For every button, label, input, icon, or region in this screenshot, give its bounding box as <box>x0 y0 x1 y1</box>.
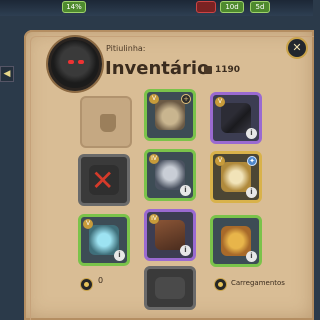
hud-percent-label: 14% <box>66 3 82 11</box>
scythe-icon <box>221 103 251 133</box>
info-icon[interactable]: i <box>246 128 257 139</box>
weapon-scythe-slot[interactable]: V i <box>210 92 262 144</box>
avatar-eye-icon <box>68 60 74 64</box>
bag-icon <box>100 114 116 132</box>
food-bowl-icon <box>221 226 251 256</box>
blocked-slot[interactable]: ✕ <box>78 154 130 206</box>
relic-slot[interactable]: V i <box>78 214 130 266</box>
info-icon[interactable]: i <box>114 250 125 261</box>
tier-badge: IV <box>149 154 159 164</box>
beast-icon <box>155 100 185 130</box>
tier-badge: V <box>149 94 159 104</box>
close-icon[interactable]: ✕ <box>286 37 308 59</box>
avatar[interactable] <box>48 37 102 91</box>
info-icon[interactable]: i <box>246 187 257 198</box>
armor-dark-slot[interactable] <box>144 266 196 310</box>
hud-percent-badge: 14% <box>62 1 86 13</box>
shield-icon <box>221 162 251 192</box>
boots-slot[interactable]: IV i <box>144 209 196 261</box>
dark-armor-icon <box>155 277 185 299</box>
empty-bag-slot[interactable] <box>80 96 132 148</box>
loadouts-icon[interactable] <box>214 278 227 291</box>
owner-name: Pitiulinha: <box>106 44 146 53</box>
loadouts-label[interactable]: Carregamentos <box>231 279 285 287</box>
plate-armor-icon <box>155 160 185 190</box>
enchant-icon: + <box>181 94 191 104</box>
hud-days-label-b: 5d <box>255 3 265 11</box>
avatar-eye-icon <box>78 60 84 64</box>
top-hud: 14% 10d 5d <box>0 0 313 16</box>
boots-icon <box>155 220 185 250</box>
tier-badge: V <box>215 156 225 166</box>
food-bowl-slot[interactable]: i <box>210 215 262 267</box>
silver-amount: 1190 <box>215 65 241 75</box>
shield-slot[interactable]: V ✦ i <box>210 151 262 203</box>
item-count: 0 <box>98 276 104 285</box>
hud-alert-icon[interactable] <box>196 1 216 13</box>
tier-badge: V <box>83 219 93 229</box>
hud-days-label-a: 10d <box>225 3 239 11</box>
info-icon[interactable]: i <box>246 251 257 262</box>
blocked-x-icon: ✕ <box>91 164 115 197</box>
hud-days-badge-b: 5d <box>250 1 270 13</box>
tier-badge: IV <box>149 214 159 224</box>
relic-icon <box>89 225 119 255</box>
info-icon[interactable]: i <box>180 185 191 196</box>
armor-plate-slot[interactable]: IV i <box>144 149 196 201</box>
collapse-arrow-icon[interactable]: ◀ <box>0 66 14 82</box>
hud-days-badge-a: 10d <box>220 1 244 13</box>
coin-icon <box>80 278 93 291</box>
mount-beast-slot[interactable]: V + <box>144 89 196 141</box>
star-icon: ✦ <box>247 156 257 166</box>
info-icon[interactable]: i <box>180 245 191 256</box>
page-title: Inventário <box>105 58 210 79</box>
silver-icon <box>204 66 212 74</box>
tier-badge: V <box>215 97 225 107</box>
